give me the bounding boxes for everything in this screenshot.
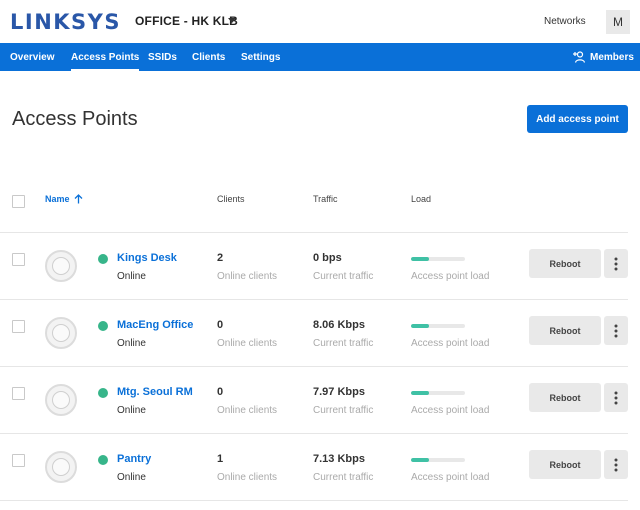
reboot-button[interactable]: Reboot [529, 383, 601, 412]
network-selector-label[interactable]: OFFICE - HK KLB [135, 14, 238, 28]
clients-count: 0 [217, 386, 224, 398]
traffic-caption: Current traffic [313, 271, 374, 282]
row-checkbox[interactable] [12, 454, 25, 467]
ap-name-link[interactable]: Pantry [117, 453, 151, 465]
online-status-dot [98, 321, 108, 331]
traffic-value: 7.13 Kbps [313, 453, 365, 465]
traffic-value: 8.06 Kbps [313, 319, 365, 331]
more-vertical-icon [614, 324, 618, 337]
ap-status: Online [117, 271, 146, 282]
online-status-dot [98, 455, 108, 465]
access-point-icon [45, 317, 77, 349]
ap-status: Online [117, 338, 146, 349]
tab-access-points[interactable]: Access Points [71, 43, 140, 71]
clients-count: 0 [217, 319, 224, 331]
table-row: Pantry Online 1 Online clients 7.13 Kbps… [0, 434, 640, 501]
table-row: Kings Desk Online 2 Online clients 0 bps… [0, 233, 640, 300]
clients-caption: Online clients [217, 271, 278, 282]
sort-by-name[interactable]: Name [45, 194, 83, 204]
more-options-button[interactable] [604, 316, 628, 345]
more-options-button[interactable] [604, 249, 628, 278]
tab-settings[interactable]: Settings [241, 43, 280, 71]
load-bar-fill [411, 257, 429, 261]
members-label: Members [590, 51, 634, 63]
more-vertical-icon [614, 458, 618, 471]
traffic-caption: Current traffic [313, 338, 374, 349]
more-options-button[interactable] [604, 450, 628, 479]
column-header-name: Name [45, 194, 70, 204]
reboot-button[interactable]: Reboot [529, 450, 601, 479]
main-nav: Overview Access Points SSIDs Clients Set… [0, 43, 640, 71]
access-point-icon [45, 384, 77, 416]
clients-caption: Online clients [217, 472, 278, 483]
load-bar-fill [411, 458, 429, 462]
traffic-caption: Current traffic [313, 405, 374, 416]
row-checkbox[interactable] [12, 320, 25, 333]
table-row: Mtg. Seoul RM Online 0 Online clients 7.… [0, 367, 640, 434]
tab-overview[interactable]: Overview [10, 43, 54, 71]
networks-link[interactable]: Networks [544, 16, 586, 27]
load-bar-fill [411, 324, 429, 328]
load-bar [411, 324, 465, 328]
column-header-traffic[interactable]: Traffic [313, 194, 338, 204]
chevron-down-icon[interactable] [228, 18, 236, 23]
traffic-value: 0 bps [313, 252, 342, 264]
access-point-icon [45, 451, 77, 483]
load-caption: Access point load [411, 405, 490, 416]
load-bar [411, 257, 465, 261]
column-header-load[interactable]: Load [411, 194, 431, 204]
clients-count: 2 [217, 252, 224, 264]
row-checkbox[interactable] [12, 387, 25, 400]
tab-ssids[interactable]: SSIDs [148, 43, 177, 71]
clients-caption: Online clients [217, 405, 278, 416]
row-checkbox[interactable] [12, 253, 25, 266]
load-caption: Access point load [411, 472, 490, 483]
page-title: Access Points [12, 108, 138, 130]
members-button[interactable]: Members [573, 43, 634, 71]
select-all-checkbox[interactable] [12, 195, 25, 208]
online-status-dot [98, 388, 108, 398]
column-header-clients[interactable]: Clients [217, 194, 245, 204]
table-row: MacEng Office Online 0 Online clients 8.… [0, 300, 640, 367]
ap-status: Online [117, 405, 146, 416]
arrow-up-icon [74, 194, 82, 204]
add-access-point-button[interactable]: Add access point [527, 105, 628, 133]
top-header: LINKSYS OFFICE - HK KLB Networks M [0, 0, 640, 43]
add-member-icon [573, 51, 586, 63]
access-point-icon [45, 250, 77, 282]
online-status-dot [98, 254, 108, 264]
tab-clients[interactable]: Clients [192, 43, 225, 71]
more-options-button[interactable] [604, 383, 628, 412]
more-vertical-icon [614, 391, 618, 404]
clients-caption: Online clients [217, 338, 278, 349]
traffic-caption: Current traffic [313, 472, 374, 483]
clients-count: 1 [217, 453, 224, 465]
load-caption: Access point load [411, 271, 490, 282]
traffic-value: 7.97 Kbps [313, 386, 365, 398]
reboot-button[interactable]: Reboot [529, 249, 601, 278]
reboot-button[interactable]: Reboot [529, 316, 601, 345]
ap-name-link[interactable]: MacEng Office [117, 319, 193, 331]
load-bar [411, 391, 465, 395]
load-bar [411, 458, 465, 462]
divider [0, 500, 628, 501]
ap-name-link[interactable]: Kings Desk [117, 252, 177, 264]
avatar[interactable]: M [606, 10, 630, 34]
more-vertical-icon [614, 257, 618, 270]
ap-status: Online [117, 472, 146, 483]
load-caption: Access point load [411, 338, 490, 349]
linksys-logo[interactable]: LINKSYS [10, 10, 121, 34]
ap-name-link[interactable]: Mtg. Seoul RM [117, 386, 193, 398]
load-bar-fill [411, 391, 429, 395]
